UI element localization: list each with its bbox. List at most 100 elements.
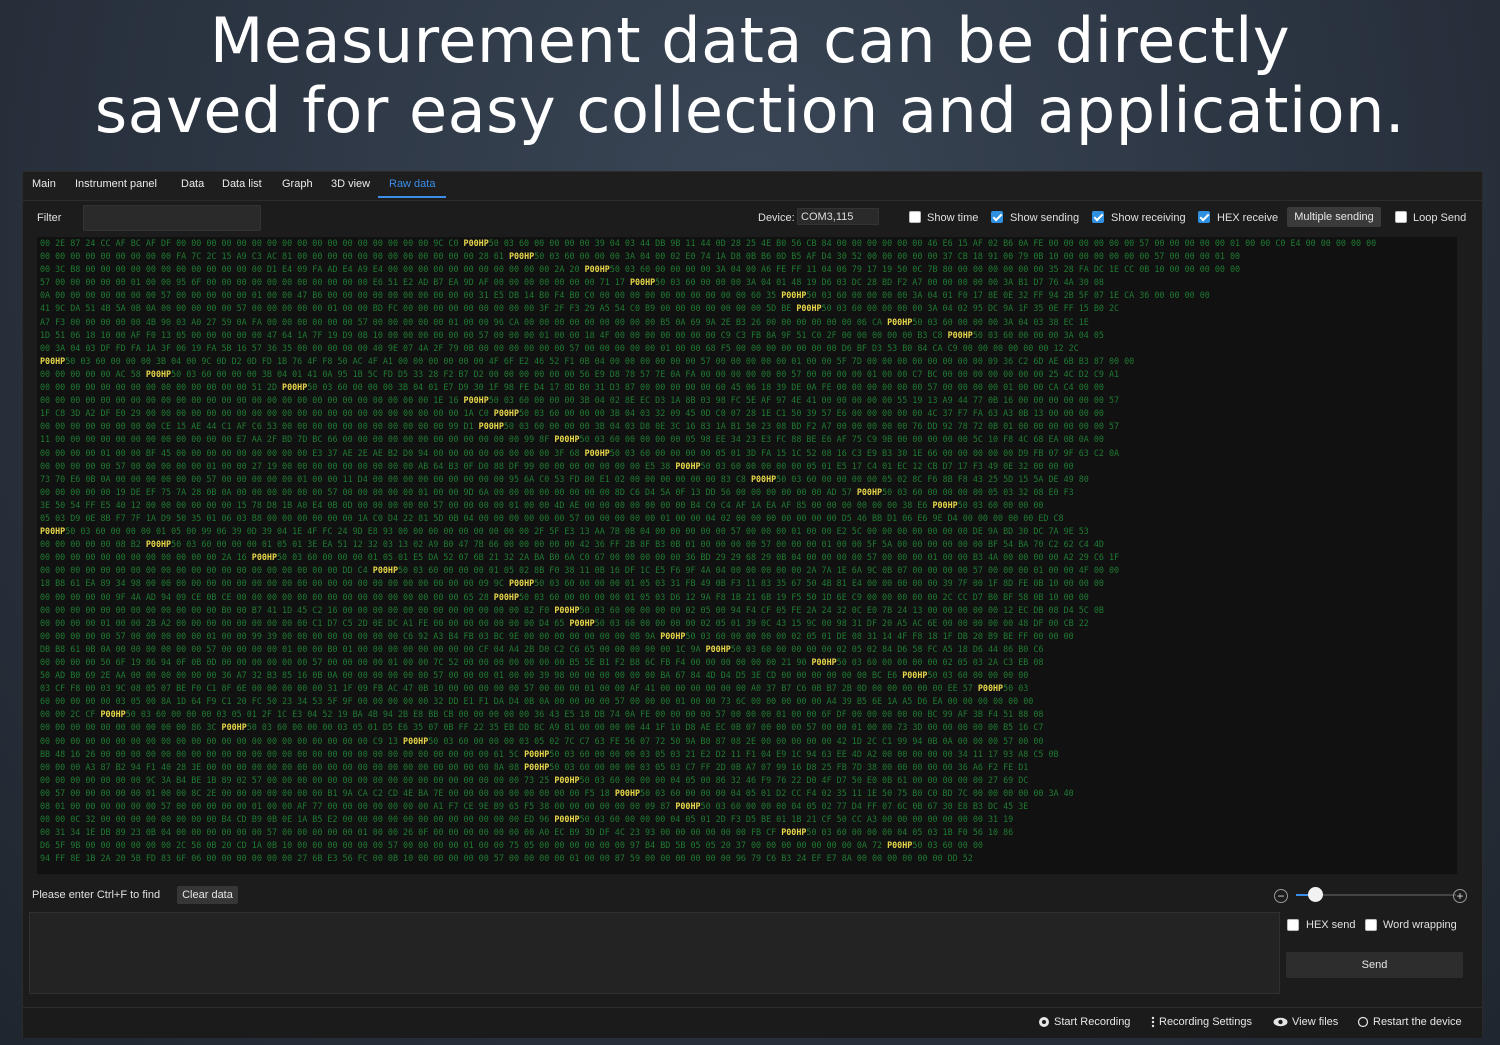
frame-header-token: P00HP	[947, 329, 973, 340]
show-time-checkbox[interactable]	[909, 211, 921, 223]
raw-data-row: D6 5F 9B 00 00 00 00 00 00 2C 58 0B 20 C…	[40, 840, 983, 851]
frame-header-token: P00HP	[750, 473, 777, 484]
recording-settings-button[interactable]: Recording Settings	[1151, 1016, 1252, 1028]
frame-header-token: P00HP	[524, 748, 550, 759]
frame-header-token: P00HP	[463, 238, 489, 248]
frame-header-token: P00HP	[493, 591, 520, 602]
headline: Measurement data can be directly saved f…	[0, 6, 1500, 146]
frame-header-token: P00HP	[675, 460, 701, 471]
raw-data-row: 00 31 34 1E DB 89 23 0B 04 00 00 00 00 0…	[40, 827, 1014, 838]
filter-input[interactable]	[83, 205, 261, 231]
active-tab-indicator	[378, 196, 446, 198]
toolbar: Filter Device: COM3,115 Show time Show s…	[23, 202, 1482, 236]
raw-data-row: 3E 50 54 FF E5 40 12 00 00 00 00 00 00 1…	[40, 499, 1044, 510]
raw-data-row: 00 00 2C CF P00HP50 03 60 00 00 00 03 05…	[40, 709, 1044, 720]
frame-header-token: P00HP	[493, 408, 520, 419]
raw-data-row: 1F C8 3D A2 DF E0 29 00 00 00 00 00 00 0…	[40, 408, 1104, 419]
view-files-label: View files	[1292, 1016, 1339, 1028]
frame-header-token: P00HP	[554, 774, 580, 785]
hex-send-checkbox[interactable]	[1287, 919, 1299, 931]
zoom-out-icon[interactable]: −	[1274, 889, 1288, 903]
raw-data-row: 00 00 00 00 00 00 00 00 00 00 00 00 2A 1…	[40, 552, 1120, 563]
raw-data-row: 00 57 00 00 00 00 00 01 00 00 8C 2E 00 0…	[40, 787, 1074, 798]
more-vertical-icon	[1151, 1016, 1155, 1028]
frame-header-token: P00HP	[508, 251, 535, 262]
zoom-slider-handle[interactable]	[1308, 887, 1323, 902]
frame-header-token: P00HP	[887, 316, 913, 327]
eye-icon	[1273, 1017, 1288, 1027]
raw-data-row: 1D 51 06 18 10 00 AF F0 13 05 00 00 00 0…	[40, 329, 1104, 340]
device-select[interactable]: COM3,115	[797, 208, 879, 225]
raw-data-row: 00 00 00 00 00 57 00 00 00 00 00 01 00 0…	[40, 630, 1074, 641]
frame-header-token: P00HP	[554, 604, 580, 615]
headline-line-2: saved for easy collection and applicatio…	[94, 74, 1406, 147]
start-recording-button[interactable]: Start Recording	[1038, 1016, 1130, 1028]
raw-data-row: 00 00 0C 32 00 00 00 00 00 00 00 00 B4 C…	[40, 814, 1014, 825]
raw-data-row: 00 00 00 00 00 9F 4A AD 94 09 CE 0B CE 0…	[40, 591, 1089, 602]
frame-header-token: P00HP	[614, 787, 641, 798]
raw-data-row: 00 00 00 00 00 00 00 00 CE 15 AE 44 C1 A…	[40, 421, 1120, 432]
bottom-bar: Please enter Ctrl+F to find Clear data −…	[23, 882, 1482, 910]
frame-header-token: P00HP	[251, 552, 277, 563]
raw-data-row: 00 3C B8 00 00 00 00 00 00 00 00 00 00 0…	[40, 264, 1241, 275]
tab-data[interactable]: Data	[181, 178, 204, 190]
app-window: Main Instrument panel Data Data list Gra…	[22, 171, 1483, 1038]
raw-data-row: 00 00 00 00 00 AC 58 P00HP50 03 60 00 00…	[40, 368, 1120, 379]
frame-header-token: P00HP	[524, 761, 550, 772]
raw-data-row: DB B8 61 0B 0A 00 00 00 00 00 00 57 00 0…	[40, 643, 1044, 654]
headline-line-1: Measurement data can be directly	[209, 4, 1291, 77]
loop-send-checkbox[interactable]	[1395, 211, 1407, 223]
raw-data-row: 00 00 00 00 00 00 00 00 00 00 00 00 00 0…	[40, 395, 1120, 406]
raw-data-row: 00 00 00 00 00 00 00 00 00 00 00 00 00 0…	[40, 382, 1104, 393]
start-recording-label: Start Recording	[1054, 1016, 1131, 1028]
clear-data-button[interactable]: Clear data	[177, 886, 238, 904]
record-icon	[1039, 1017, 1049, 1028]
raw-data-row: 00 3A 04 03 DF FD FA 1A 3F 06 19 FA 5B 1…	[40, 342, 1079, 353]
raw-data-row: A7 F3 00 00 00 00 00 4B 90 03 A0 27 59 0…	[40, 316, 1089, 327]
raw-data-row: 00 00 00 A3 87 B2 94 F1 40 28 3E 00 00 0…	[40, 761, 1029, 772]
raw-data-row: 00 2E 87 24 CC AF BC AF DF 00 00 00 00 0…	[40, 238, 1377, 248]
hex-send-label: HEX send	[1306, 919, 1356, 931]
raw-data-log[interactable]: 00 2E 87 24 CC AF BC AF DF 00 00 00 00 0…	[37, 237, 1457, 874]
raw-data-row: 00 00 00 00 00 00 00 00 00 FA 7C 2C 15 A…	[40, 251, 1241, 262]
raw-data-row: 05 03 D9 0E 8B F7 7F 1A D9 50 35 01 06 0…	[40, 512, 1064, 523]
tab-data-list[interactable]: Data list	[222, 178, 262, 190]
tab-graph[interactable]: Graph	[282, 178, 313, 190]
send-input[interactable]	[29, 912, 1280, 994]
raw-data-row: 00 00 00 00 00 19 DE EF 75 7A 28 0B 0A 0…	[40, 486, 1074, 497]
tab-instrument-panel[interactable]: Instrument panel	[75, 178, 157, 190]
loop-send-label: Loop Send	[1413, 212, 1467, 224]
raw-data-row: 00 00 00 00 01 00 00 2B A2 00 00 00 00 0…	[40, 617, 1089, 628]
send-button[interactable]: Send	[1286, 952, 1463, 978]
tab-3d-view[interactable]: 3D view	[331, 178, 370, 190]
frame-header-token: P00HP	[887, 840, 913, 851]
status-bar: Start Recording Recording Settings View …	[23, 1007, 1482, 1038]
view-files-button[interactable]: View files	[1273, 1016, 1338, 1028]
raw-data-row: 00 00 00 00 00 08 B2 P00HP50 03 60 00 00…	[40, 539, 1104, 550]
frame-header-token: P00HP	[40, 526, 66, 537]
raw-data-row: 00 00 00 00 50 6F 19 86 94 0F 0B 0D 00 0…	[40, 657, 1044, 667]
frame-header-token: P00HP	[508, 578, 535, 589]
raw-data-row: 73 70 E6 0B 0A 00 00 00 00 00 00 57 00 0…	[40, 473, 1089, 484]
zoom-in-icon[interactable]: +	[1453, 889, 1467, 903]
tab-main[interactable]: Main	[32, 178, 56, 190]
word-wrapping-checkbox[interactable]	[1365, 919, 1377, 931]
tab-raw-data[interactable]: Raw data	[389, 178, 435, 190]
hex-receive-checkbox[interactable]	[1198, 211, 1210, 223]
raw-data-row: 03 CF F8 00 03 9C 08 05 07 BE F0 C1 8F 6…	[40, 683, 1029, 694]
frame-header-token: P00HP	[403, 735, 429, 746]
zoom-slider[interactable]	[1296, 887, 1456, 902]
frame-header-token: P00HP	[584, 264, 610, 275]
frame-header-token: P00HP	[629, 277, 656, 288]
raw-data-row: 18 B8 61 EA 89 34 98 00 00 00 00 00 00 0…	[40, 578, 1104, 589]
restart-device-label: Restart the device	[1373, 1016, 1462, 1028]
restart-device-button[interactable]: Restart the device	[1357, 1016, 1462, 1028]
frame-header-token: P00HP	[932, 499, 958, 510]
word-wrapping-label: Word wrapping	[1383, 919, 1457, 931]
frame-header-token: P00HP	[675, 801, 701, 812]
raw-data-row: 00 00 00 00 00 00 00 9C 3A B4 BE 1B 89 0…	[40, 774, 1029, 785]
show-sending-checkbox[interactable]	[991, 211, 1003, 223]
frame-header-token: P00HP	[705, 643, 731, 654]
multiple-sending-button[interactable]: Multiple sending	[1287, 207, 1381, 227]
show-receiving-checkbox[interactable]	[1092, 211, 1104, 223]
